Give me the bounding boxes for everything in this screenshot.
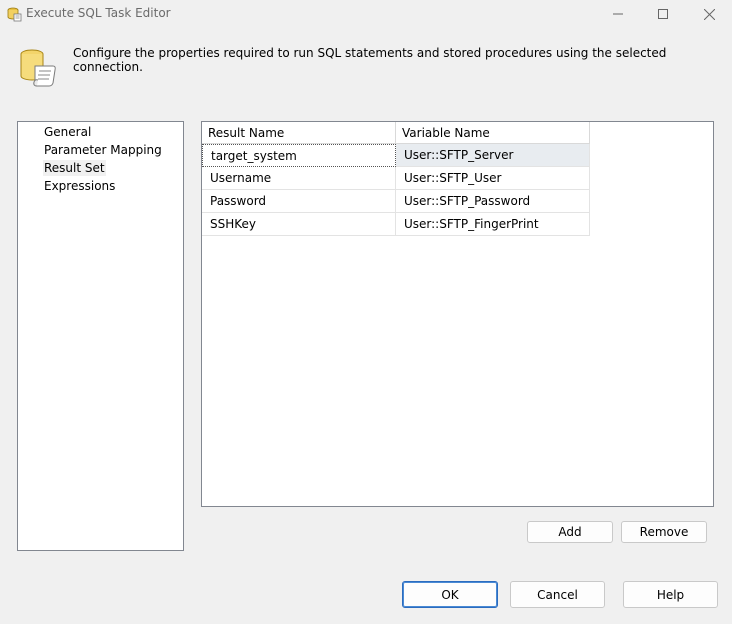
- help-button[interactable]: Help: [623, 581, 718, 608]
- maximize-icon: [658, 9, 668, 19]
- title-bar: Execute SQL Task Editor: [0, 0, 732, 28]
- result-name-cell[interactable]: Username: [202, 167, 396, 190]
- remove-button[interactable]: Remove: [621, 521, 707, 543]
- execute-sql-task-icon: [6, 6, 22, 22]
- close-button[interactable]: [691, 2, 727, 26]
- nav-panel: General Parameter Mapping Result Set Exp…: [17, 121, 184, 551]
- result-set-grid: Result Name Variable Name target_system …: [201, 121, 714, 507]
- column-header-variable-name[interactable]: Variable Name: [396, 122, 590, 144]
- variable-name-cell[interactable]: User::SFTP_FingerPrint: [396, 213, 590, 236]
- nav-item-general[interactable]: General: [43, 124, 92, 140]
- nav-item-expressions[interactable]: Expressions: [43, 178, 116, 194]
- variable-name-cell[interactable]: User::SFTP_User: [396, 167, 590, 190]
- minimize-icon: [613, 13, 623, 15]
- result-name-cell[interactable]: SSHKey: [202, 213, 396, 236]
- result-name-cell[interactable]: target_system: [202, 144, 396, 167]
- window-title: Execute SQL Task Editor: [26, 6, 171, 20]
- column-header-result-name[interactable]: Result Name: [202, 122, 396, 144]
- close-icon: [703, 8, 715, 20]
- maximize-button[interactable]: [645, 2, 681, 26]
- cancel-button[interactable]: Cancel: [510, 581, 605, 608]
- variable-name-cell[interactable]: User::SFTP_Password: [396, 190, 590, 213]
- ok-button[interactable]: OK: [402, 581, 498, 608]
- nav-item-result-set[interactable]: Result Set: [43, 160, 106, 176]
- header-description: Configure the properties required to run…: [73, 46, 667, 74]
- add-button[interactable]: Add: [527, 521, 613, 543]
- variable-name-cell[interactable]: User::SFTP_Server: [396, 144, 590, 167]
- nav-item-parameter-mapping[interactable]: Parameter Mapping: [43, 142, 163, 158]
- database-scroll-icon: [17, 46, 59, 88]
- result-name-cell[interactable]: Password: [202, 190, 396, 213]
- minimize-button[interactable]: [600, 2, 636, 26]
